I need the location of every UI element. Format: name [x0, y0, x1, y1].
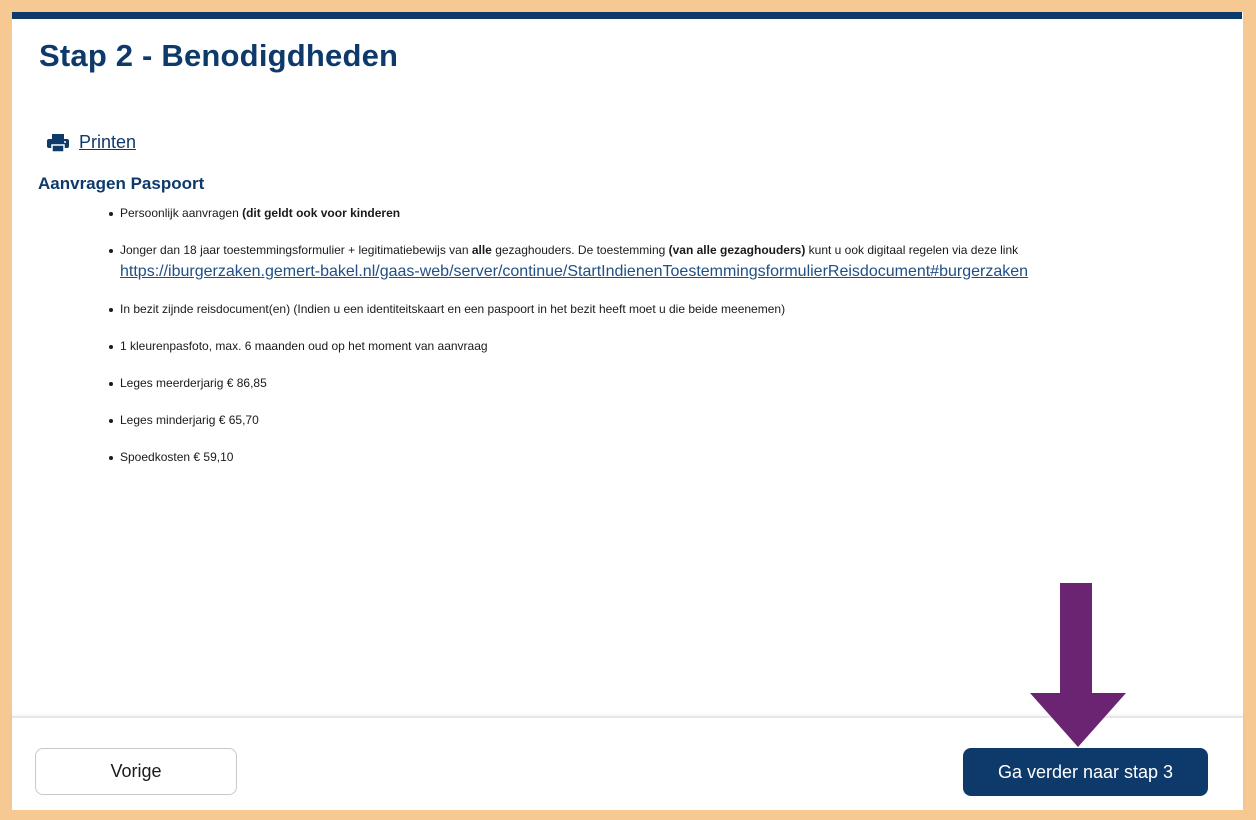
previous-button[interactable]: Vorige — [35, 748, 237, 795]
requirements-list: Persoonlijk aanvragen (dit geldt ook voo… — [108, 205, 1210, 486]
requirement-text: Persoonlijk aanvragen — [120, 206, 243, 220]
requirement-text: Leges meerderjarig € 86,85 — [120, 376, 267, 390]
requirement-bold-text: (van alle gezaghouders) — [668, 243, 806, 257]
page-title: Stap 2 - Benodigdheden — [39, 38, 399, 73]
requirement-text: 1 kleurenpasfoto, max. 6 maanden oud op … — [120, 339, 488, 353]
printer-icon — [47, 133, 69, 153]
requirement-text: Leges minderjarig € 65,70 — [120, 413, 259, 427]
list-item: In bezit zijnde reisdocument(en) (Indien… — [109, 301, 1210, 318]
top-accent-bar — [12, 12, 1242, 19]
requirement-text: Spoedkosten € 59,10 — [120, 450, 234, 464]
requirement-bold-text: alle — [471, 243, 492, 257]
list-item: Leges meerderjarig € 86,85 — [109, 375, 1210, 392]
requirement-text: Jonger dan 18 jaar toestemmingsformulier… — [120, 243, 472, 257]
requirement-bold-text: (dit geldt ook voor kinderen — [242, 206, 401, 220]
requirement-text: gezaghouders. De toestemming — [491, 243, 669, 257]
print-link[interactable]: Printen — [47, 132, 136, 153]
section-title: Aanvragen Paspoort — [38, 174, 205, 193]
next-step-button[interactable]: Ga verder naar stap 3 — [963, 748, 1208, 796]
list-item: 1 kleurenpasfoto, max. 6 maanden oud op … — [109, 338, 1210, 355]
requirement-text: kunt u ook digitaal regelen via deze lin… — [805, 243, 1019, 257]
consent-form-link[interactable]: https://iburgerzaken.gemert-bakel.nl/gaa… — [120, 263, 1028, 280]
list-item: Spoedkosten € 59,10 — [109, 449, 1210, 466]
print-link-label[interactable]: Printen — [79, 132, 136, 153]
list-item: Persoonlijk aanvragen (dit geldt ook voo… — [109, 205, 1210, 222]
requirement-text: In bezit zijnde reisdocument(en) (Indien… — [120, 302, 786, 316]
list-item: Leges minderjarig € 65,70 — [109, 412, 1210, 429]
list-item: Jonger dan 18 jaar toestemmingsformulier… — [109, 242, 1210, 281]
down-arrow-icon — [1030, 583, 1126, 747]
